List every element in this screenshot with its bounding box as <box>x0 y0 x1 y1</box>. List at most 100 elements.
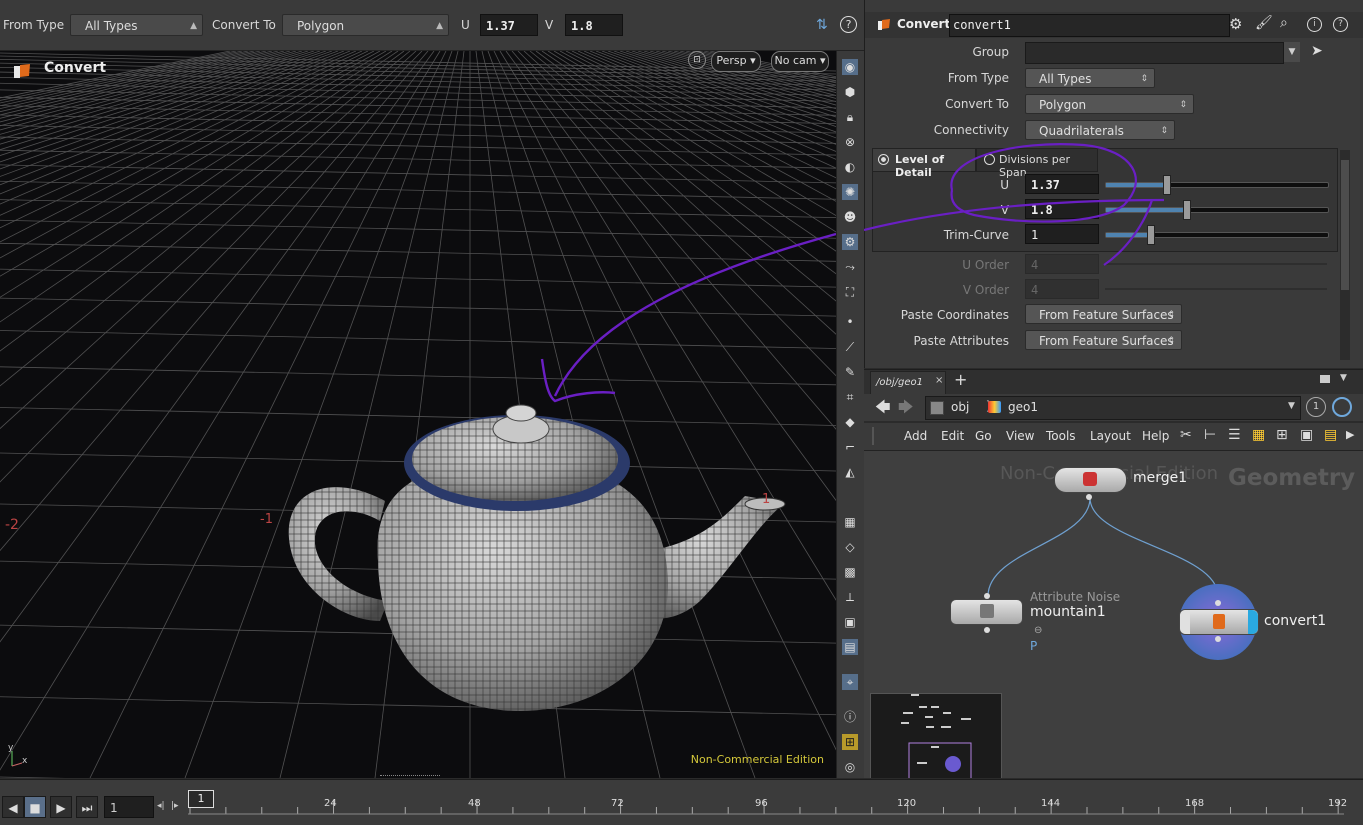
display-flag[interactable] <box>1248 610 1258 634</box>
camera-icon[interactable]: ☻ <box>842 209 858 225</box>
note-icon[interactable]: ▤ <box>1324 427 1337 443</box>
persp-camera-button[interactable]: Persp ▾ <box>711 51 761 72</box>
palette-icon[interactable]: ▦ <box>1252 427 1265 443</box>
box-icon[interactable]: ▣ <box>842 614 858 630</box>
edge-icon[interactable]: ⟋ <box>842 339 858 355</box>
path-geo[interactable]: geo1 <box>1008 400 1038 414</box>
align-icon[interactable]: ⇅ <box>816 17 828 33</box>
layout-icon[interactable]: ⊞ <box>842 734 858 750</box>
page-indicator[interactable]: 1 <box>1306 397 1326 417</box>
v-field[interactable]: 1.8 <box>1025 199 1099 219</box>
frame-marker[interactable]: 1 <box>188 790 214 808</box>
forward-arrow-icon[interactable]: 🡆 <box>898 397 914 422</box>
gear-icon[interactable]: ⚙ <box>1229 15 1242 33</box>
pane-divider-handle[interactable] <box>380 775 440 780</box>
help-icon[interactable]: ? <box>1333 17 1348 32</box>
search-icon[interactable]: ⌕ <box>1280 15 1288 31</box>
node-name-field[interactable]: convert1 <box>949 14 1230 37</box>
location-icon[interactable]: ⌖ <box>842 674 858 690</box>
no-cam-button[interactable]: No cam ▾ <box>771 51 829 72</box>
convert-node[interactable] <box>1179 609 1259 635</box>
paste-coordinates-dropdown[interactable]: From Feature Surfaces ⇕ <box>1025 304 1182 324</box>
mountain-node[interactable] <box>950 599 1023 625</box>
tab-divisions-per-span[interactable]: Divisions per Span <box>976 148 1098 179</box>
param-scrollbar[interactable] <box>1340 150 1350 360</box>
texture-icon[interactable]: ▦ <box>842 514 858 530</box>
step-forward-icon[interactable]: |▸ <box>171 801 179 811</box>
from-type-dropdown[interactable]: All Types ⇕ <box>1025 68 1155 88</box>
teapot-model[interactable] <box>288 404 786 711</box>
bypass-flag[interactable] <box>1180 610 1190 634</box>
lock-icon[interactable]: 🔒︎ <box>842 109 858 125</box>
stop-button[interactable]: ■ <box>24 796 46 818</box>
select-geo-icon[interactable]: ⬢ <box>842 84 858 100</box>
convert-to-dropdown[interactable]: Polygon ⇕ <box>1025 94 1194 114</box>
render-icon[interactable]: ⚙ <box>842 234 858 250</box>
tree-icon[interactable]: ⊢ <box>1204 427 1216 443</box>
trim-curve-field[interactable]: 1 <box>1025 224 1099 244</box>
menu-go[interactable]: Go <box>975 429 992 443</box>
merge-node[interactable] <box>1054 467 1127 493</box>
v-field[interactable]: 1.8 <box>565 14 623 36</box>
convert-to-dropdown[interactable]: Polygon ▲ <box>282 14 449 36</box>
scene-viewport[interactable]: -2 -1 1 y x Convert ⊡ Persp ▾ No cam ▾ N… <box>0 51 836 778</box>
trim-curve-slider[interactable] <box>1105 225 1329 245</box>
u-slider[interactable] <box>1105 175 1329 195</box>
tab-level-of-detail[interactable]: Level of Detail <box>872 148 976 179</box>
convert-input-port[interactable] <box>1215 600 1221 606</box>
more-icon[interactable]: ▶ <box>1346 428 1354 441</box>
add-tab-icon[interactable]: + <box>954 370 967 389</box>
u-field[interactable]: 1.37 <box>480 14 538 36</box>
shade-icon[interactable]: ◭ <box>842 464 858 480</box>
menu-edit[interactable]: Edit <box>941 429 964 443</box>
info-icon[interactable]: i <box>1307 17 1322 32</box>
network-minimap[interactable] <box>870 693 1002 778</box>
menu-help[interactable]: Help <box>1142 429 1169 443</box>
point-icon[interactable]: • <box>842 314 858 330</box>
v-slider[interactable] <box>1105 200 1329 220</box>
view-tool-icon[interactable]: ◉ <box>842 59 858 75</box>
pane-icon[interactable] <box>1320 375 1330 383</box>
trim-slider-knob[interactable] <box>1147 225 1156 245</box>
display-icon[interactable]: ◐ <box>842 159 858 175</box>
end-button[interactable]: ⏭ <box>76 796 98 818</box>
brush-icon[interactable]: 🖌︎ <box>1255 15 1273 31</box>
connectivity-dropdown[interactable]: Quadrilaterals ⇕ <box>1025 120 1175 140</box>
info-icon[interactable]: ⓘ <box>842 709 858 725</box>
menu-layout[interactable]: Layout <box>1090 429 1131 443</box>
play-button[interactable]: ▶ <box>50 796 72 818</box>
path-dropdown-icon[interactable]: ▼ <box>1288 401 1295 411</box>
bone-icon[interactable]: ⟂ <box>842 589 858 605</box>
measure-icon[interactable]: ⌗ <box>842 389 858 405</box>
close-tab-icon[interactable]: × <box>935 375 943 386</box>
image-icon[interactable]: ▣ <box>1300 427 1313 443</box>
timeline-ruler[interactable]: 1 24 48 72 96 120 144 168 192 <box>188 790 1347 820</box>
path-field[interactable]: obj ❭ geo1 ▼ <box>925 396 1301 420</box>
menu-view[interactable]: View <box>1006 429 1034 443</box>
pane-menu-icon[interactable]: ▼ <box>1340 373 1347 383</box>
u-field[interactable]: 1.37 <box>1025 174 1099 194</box>
network-tab[interactable]: /obj/geo1 × <box>870 371 946 395</box>
menu-tools[interactable]: Tools <box>1046 429 1076 443</box>
fill-icon[interactable]: ◆ <box>842 414 858 430</box>
ghost-icon[interactable]: ⊗ <box>842 134 858 150</box>
paste-attributes-dropdown[interactable]: From Feature Surfaces ⇕ <box>1025 330 1182 350</box>
eye-icon[interactable]: ◎ <box>842 759 858 775</box>
convert-output-port[interactable] <box>1215 636 1221 642</box>
grid-icon[interactable]: ⊞ <box>1276 427 1288 443</box>
play-reverse-button[interactable]: ◀ <box>2 796 24 818</box>
u-slider-knob[interactable] <box>1162 175 1171 195</box>
current-frame-field[interactable]: 1 <box>104 796 154 818</box>
select-arrow-icon[interactable]: ➤ <box>1311 43 1323 59</box>
v-slider-knob[interactable] <box>1182 200 1191 220</box>
group-field[interactable] <box>1025 42 1284 64</box>
group-dropdown-icon[interactable]: ▼ <box>1284 42 1300 62</box>
path-obj[interactable]: obj <box>951 400 969 414</box>
lock-camera-icon[interactable]: ⊡ <box>688 51 706 69</box>
snap-icon[interactable]: ⤳ <box>842 259 858 275</box>
layer-icon[interactable]: ◇ <box>842 539 858 555</box>
image-icon[interactable]: ▤ <box>842 639 858 655</box>
list-icon[interactable]: ☰ <box>1228 427 1241 443</box>
curve-icon[interactable]: ⌐ <box>842 439 858 455</box>
lights-icon[interactable]: ✺ <box>842 184 858 200</box>
